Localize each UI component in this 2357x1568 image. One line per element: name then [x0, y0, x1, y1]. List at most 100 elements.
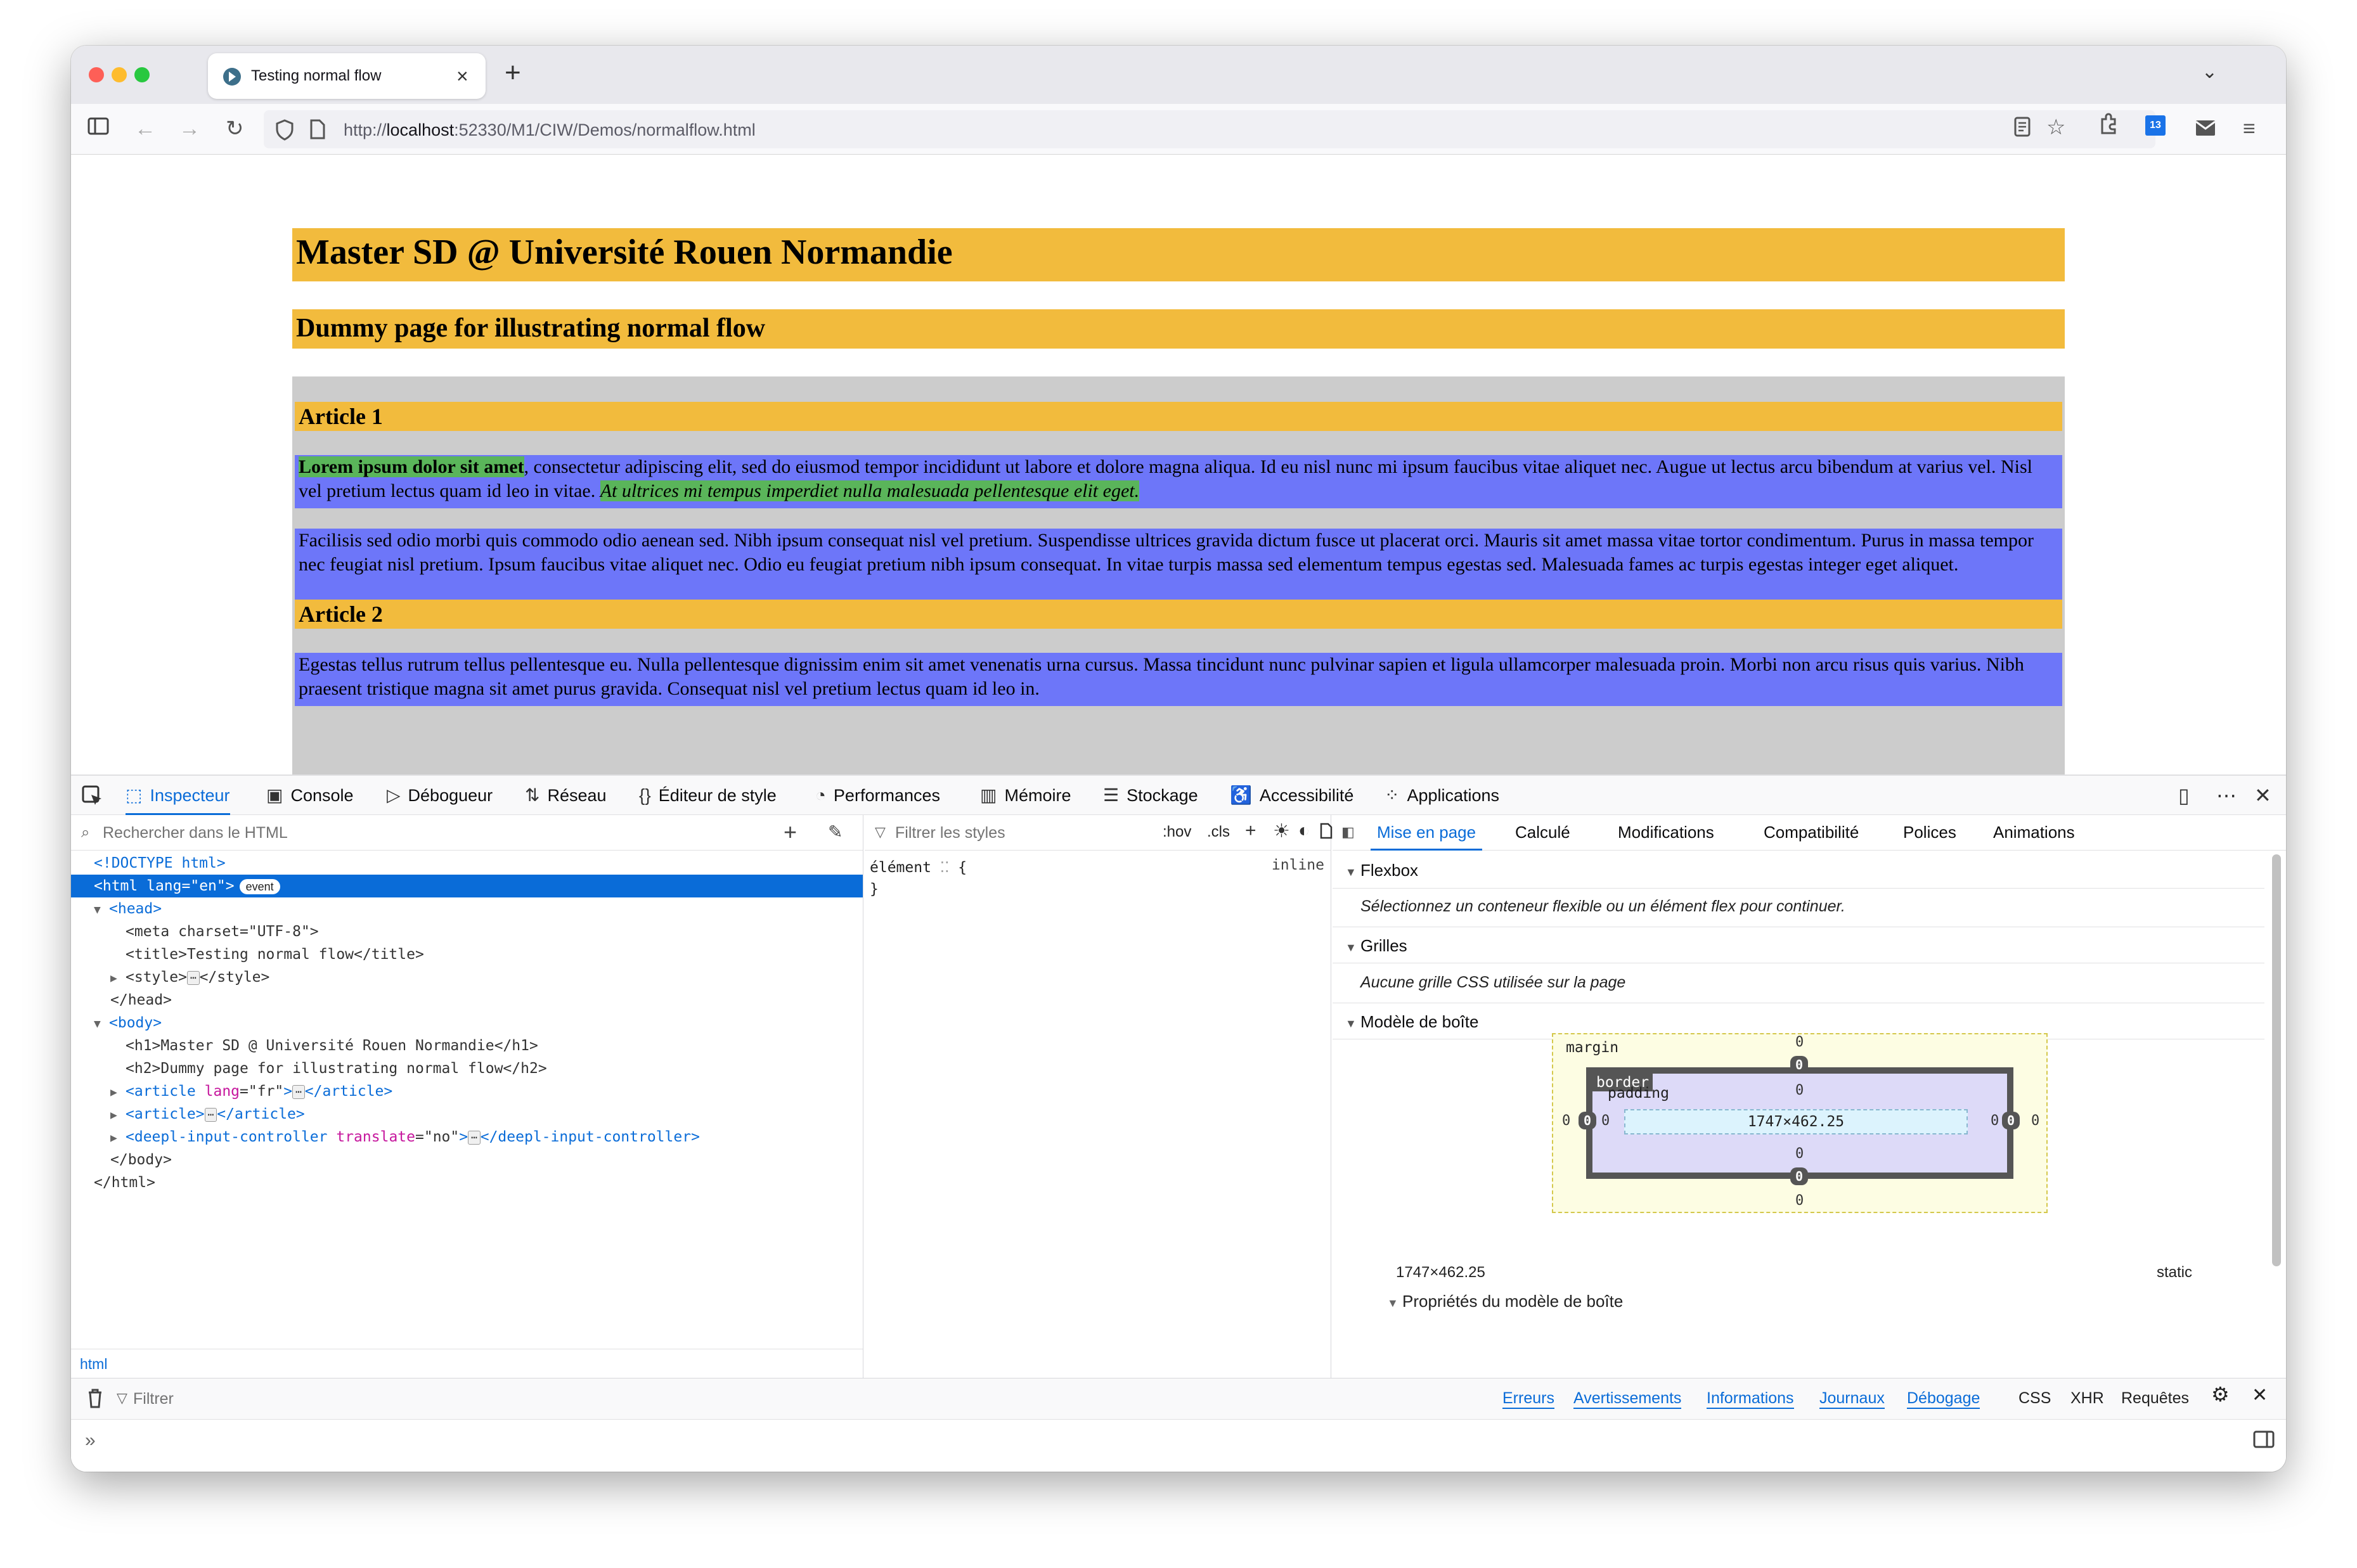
- tree-node-meta[interactable]: <meta charset="UTF-8">: [71, 920, 863, 943]
- trash-icon[interactable]: [86, 1387, 104, 1412]
- tree-node-html[interactable]: <html lang="en"> event: [71, 875, 863, 897]
- tab-list-chevron-icon[interactable]: ⌄: [2202, 61, 2218, 83]
- tree-node-style[interactable]: ▶ <style> ⋯ </style>: [71, 966, 863, 989]
- console-settings-gear-icon[interactable]: ⚙: [2211, 1384, 2230, 1404]
- tree-node-h2[interactable]: <h2>Dummy page for illustrating normal f…: [71, 1057, 863, 1080]
- breadcrumb-item-html[interactable]: html: [80, 1356, 107, 1373]
- rules-filter-input[interactable]: Filtrer les styles: [895, 824, 1005, 842]
- tab-performances[interactable]: ◔ Performances: [815, 776, 940, 815]
- close-split-console-icon[interactable]: ✕: [2252, 1386, 2268, 1405]
- tab-reseau[interactable]: ⇅ Réseau: [525, 776, 607, 815]
- tree-node-body-close[interactable]: </body>: [71, 1148, 863, 1171]
- grids-section-header[interactable]: ▼ Grilles: [1333, 927, 2264, 963]
- menu-icon[interactable]: ≡: [2243, 114, 2256, 143]
- event-badge[interactable]: event: [239, 879, 280, 894]
- collapse-triangle-icon[interactable]: ▶: [110, 1104, 126, 1127]
- mail-icon[interactable]: [2195, 115, 2216, 145]
- tree-node-article[interactable]: ▶ <article lang="fr"> ⋯ </article>: [71, 1080, 863, 1103]
- browser-tab-active[interactable]: Testing normal flow ×: [208, 53, 486, 99]
- expand-triangle-icon[interactable]: ▼: [94, 899, 109, 922]
- tab-close-icon[interactable]: ×: [456, 63, 468, 89]
- sidebar-icon[interactable]: [87, 114, 109, 143]
- tree-node-title[interactable]: <title>Testing normal flow</title>: [71, 943, 863, 966]
- eyedropper-icon[interactable]: ✎: [828, 821, 843, 842]
- tree-node-head-close[interactable]: </head>: [71, 989, 863, 1012]
- tree-node-head[interactable]: ▼ <head>: [71, 897, 863, 920]
- back-icon[interactable]: ←: [134, 114, 156, 143]
- print-media-icon[interactable]: [1320, 823, 1333, 844]
- filter-requests-button[interactable]: Requêtes: [2121, 1389, 2189, 1408]
- box-model-properties-header[interactable]: ▼ Propriétés du modèle de boîte: [1387, 1292, 1623, 1311]
- dark-mode-icon[interactable]: ◐: [1298, 820, 1310, 842]
- expand-triangle-icon[interactable]: ▼: [94, 1013, 109, 1036]
- tab-accessibilite[interactable]: ♿ Accessibilité: [1230, 776, 1353, 815]
- hov-toggle[interactable]: :hov: [1163, 823, 1191, 841]
- tree-node-doctype[interactable]: <!DOCTYPE html>: [71, 852, 863, 875]
- element-rule[interactable]: élément ⁚⁚ {}: [870, 857, 967, 900]
- collapse-triangle-icon[interactable]: ▶: [110, 967, 126, 990]
- filter-css-button[interactable]: CSS: [2018, 1389, 2051, 1408]
- tree-node-body[interactable]: ▼ <body>: [71, 1012, 863, 1034]
- tab-calcule[interactable]: Calculé: [1515, 815, 1570, 851]
- new-tab-button[interactable]: +: [505, 57, 521, 89]
- collapse-triangle-icon[interactable]: ▶: [110, 1127, 126, 1150]
- tab-console[interactable]: ▣ Console: [266, 776, 354, 815]
- border-right-value[interactable]: 0: [2002, 1112, 2020, 1129]
- tab-applications[interactable]: ⁘ Applications: [1385, 776, 1499, 815]
- tab-animations[interactable]: Animations: [1993, 815, 2075, 851]
- shield-icon[interactable]: [275, 119, 294, 144]
- flexbox-section-header[interactable]: ▼ Flexbox: [1333, 852, 2264, 889]
- filter-info-button[interactable]: Informations: [1707, 1389, 1794, 1409]
- margin-bottom-value[interactable]: 0: [1795, 1193, 1804, 1209]
- bookmark-star-icon[interactable]: ☆: [2046, 113, 2065, 142]
- margin-left-value[interactable]: 0: [1562, 1113, 1570, 1129]
- tab-mise-en-page[interactable]: Mise en page: [1371, 815, 1483, 851]
- reader-icon[interactable]: [2013, 115, 2031, 145]
- margin-right-value[interactable]: 0: [2031, 1113, 2039, 1129]
- tab-compatibilite[interactable]: Compatibilité: [1764, 815, 1859, 851]
- margin-top-value[interactable]: 0: [1795, 1034, 1804, 1050]
- tree-node-deepl[interactable]: ▶ <deepl-input-controller translate="no">…: [71, 1126, 863, 1148]
- window-maximize-button[interactable]: [134, 67, 150, 82]
- light-mode-icon[interactable]: ☀: [1273, 820, 1290, 842]
- close-devtools-icon[interactable]: ✕: [2254, 776, 2271, 815]
- tab-memoire[interactable]: ▥ Mémoire: [980, 776, 1071, 815]
- tab-polices[interactable]: Polices: [1903, 815, 1956, 851]
- window-close-button[interactable]: [89, 67, 104, 82]
- window-minimize-button[interactable]: [112, 67, 127, 82]
- editor-mode-icon[interactable]: [2253, 1430, 2275, 1452]
- dock-side-icon[interactable]: ▯: [2178, 776, 2190, 815]
- tab-stockage[interactable]: ☰ Stockage: [1103, 776, 1198, 815]
- tree-node-html-close[interactable]: </html>: [71, 1171, 863, 1194]
- filter-errors-button[interactable]: Erreurs: [1502, 1389, 1554, 1409]
- border-bottom-value[interactable]: 0: [1790, 1167, 1808, 1185]
- filter-debug-button[interactable]: Débogage: [1907, 1389, 1980, 1409]
- reload-icon[interactable]: ↻: [226, 114, 244, 143]
- filter-logs-button[interactable]: Journaux: [1819, 1389, 1885, 1409]
- extensions-icon[interactable]: [2097, 113, 2119, 142]
- border-top-value[interactable]: 0: [1790, 1056, 1808, 1074]
- url-text[interactable]: http://localhost:52330/M1/CIW/Demos/norm…: [344, 120, 756, 140]
- collapse-triangle-icon[interactable]: ▶: [110, 1081, 126, 1104]
- forward-icon[interactable]: →: [179, 114, 200, 143]
- filter-xhr-button[interactable]: XHR: [2070, 1389, 2104, 1408]
- padding-top-value[interactable]: 0: [1795, 1083, 1804, 1098]
- calendar-icon[interactable]: 13: [2145, 115, 2166, 136]
- html-search-input[interactable]: Rechercher dans le HTML: [103, 824, 288, 842]
- padding-bottom-value[interactable]: 0: [1795, 1146, 1804, 1162]
- tab-editeur-de-style[interactable]: {} Éditeur de style: [639, 776, 777, 815]
- tree-node-h1[interactable]: <h1>Master SD @ Université Rouen Normand…: [71, 1034, 863, 1057]
- tab-modifications[interactable]: Modifications: [1618, 815, 1714, 851]
- tree-node-article[interactable]: ▶ <article> ⋯ </article>: [71, 1103, 863, 1126]
- console-input[interactable]: »: [71, 1420, 2286, 1472]
- layout-scrollbar[interactable]: [2272, 854, 2281, 1266]
- cls-toggle[interactable]: .cls: [1207, 823, 1230, 841]
- tab-inspecteur[interactable]: ⬚ Inspecteur: [126, 776, 230, 815]
- filter-warnings-button[interactable]: Avertissements: [1573, 1389, 1682, 1409]
- border-left-value[interactable]: 0: [1579, 1112, 1596, 1129]
- padding-right-value[interactable]: 0: [1991, 1113, 1999, 1129]
- more-options-icon[interactable]: ⋯: [2216, 776, 2237, 815]
- console-filter-input[interactable]: Filtrer: [133, 1390, 174, 1408]
- add-rule-icon[interactable]: +: [1245, 820, 1256, 842]
- tab-debogueur[interactable]: ▷ Débogueur: [387, 776, 493, 815]
